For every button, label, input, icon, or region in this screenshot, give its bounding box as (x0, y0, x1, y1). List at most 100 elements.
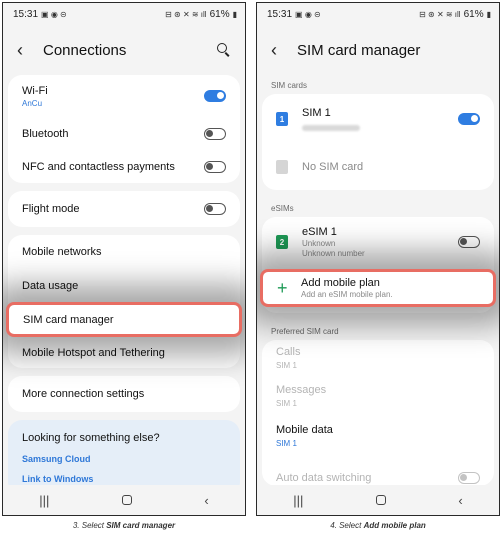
home-icon[interactable] (121, 495, 132, 505)
caption-step-3: 3. Select SIM card manager (2, 521, 246, 530)
notification-icons: ▣ ◉ ⊝ (295, 9, 321, 19)
no-sim-label: No SIM card (302, 161, 364, 173)
mobile-data-value: SIM 1 (276, 439, 297, 448)
caption-step-4-bold: Add mobile plan (363, 521, 426, 530)
sim-card-manager-row[interactable]: SIM card manager (6, 302, 242, 337)
recents-icon[interactable]: ||| (39, 493, 49, 508)
add-mobile-plan-desc: Add an eSIM mobile plan. (301, 290, 393, 299)
network-card: Mobile networks Data usage SIM card mana… (6, 235, 242, 368)
auto-data-switching-label: Auto data switching (276, 472, 372, 484)
add-mobile-plan-label: Add mobile plan (301, 277, 380, 289)
wifi-row[interactable]: Wi-Fi AnCu (8, 75, 240, 117)
mobile-data-label: Mobile data (276, 424, 333, 436)
back-arrow-icon[interactable]: ‹ (17, 41, 37, 59)
back-arrow-icon[interactable]: ‹ (271, 41, 291, 59)
flight-mode-toggle[interactable] (204, 203, 226, 215)
messages-label: Messages (276, 384, 327, 396)
nfc-label: NFC and contactless payments (22, 160, 175, 173)
wifi-toggle[interactable] (204, 90, 226, 102)
sim1-toggle[interactable] (458, 113, 480, 125)
status-bar: 15:31 ▣ ◉ ⊝ ⊟ ⊛ ✕ ≋ ıll 61% ▮ (3, 3, 245, 25)
calls-row[interactable]: Calls SIM 1 (262, 340, 494, 376)
esim1-number: Unknown number (302, 249, 365, 258)
samsung-cloud-link[interactable]: Samsung Cloud (22, 454, 226, 464)
sim1-name: SIM 1 (302, 107, 331, 119)
add-mobile-plan-row[interactable]: + Add mobile plan Add an eSIM mobile pla… (260, 269, 496, 307)
mobile-networks-row[interactable]: Mobile networks (8, 235, 240, 269)
caption-step-3-prefix: 3. Select (72, 521, 107, 530)
sim-slot-empty-icon (276, 160, 288, 174)
wifi-label: Wi-Fi (22, 84, 48, 97)
preferred-sim-card: Calls SIM 1 Messages SIM 1 Mobile data S… (262, 340, 494, 486)
navigation-bar: ||| ‹ (3, 485, 245, 515)
esim1-row[interactable]: 2 eSIM 1 Unknown Unknown number (262, 217, 494, 267)
preferred-sim-section-label: Preferred SIM card (271, 327, 339, 336)
sim-cards-section-label: SIM cards (271, 81, 308, 90)
sim-card-manager-label: SIM card manager (23, 313, 114, 326)
system-icons: ⊟ ⊛ ✕ ≋ ıll (419, 9, 461, 19)
auto-data-switching-row[interactable]: Auto data switching (262, 456, 494, 486)
flight-card: Flight mode (8, 191, 240, 227)
caption-step-3-bold: SIM card manager (106, 521, 176, 530)
bluetooth-label: Bluetooth (22, 127, 69, 140)
suggestion-title: Looking for something else? (22, 432, 160, 444)
back-icon[interactable]: ‹ (204, 493, 208, 508)
plus-icon: + (277, 277, 288, 298)
esims-section-label: eSIMs (271, 204, 294, 213)
sim-cards-card: 1 SIM 1 No SIM card (262, 94, 494, 190)
recents-icon[interactable]: ||| (293, 493, 303, 508)
esim1-toggle[interactable] (458, 236, 480, 248)
data-usage-row[interactable]: Data usage (8, 269, 240, 302)
page-title: SIM card manager (297, 41, 421, 59)
esim-icon: 2 (276, 235, 288, 249)
page-title: Connections (43, 41, 127, 59)
flight-mode-label: Flight mode (22, 203, 80, 215)
battery-icon: ▮ (486, 9, 491, 19)
bluetooth-toggle[interactable] (204, 127, 226, 140)
calls-value: SIM 1 (276, 361, 297, 370)
search-icon[interactable] (215, 41, 233, 59)
calls-label: Calls (276, 346, 301, 358)
status-bar: 15:31 ▣ ◉ ⊝ ⊟ ⊛ ✕ ≋ ıll 61% ▮ (257, 3, 499, 25)
flight-mode-row[interactable]: Flight mode (8, 191, 240, 227)
mobile-networks-label: Mobile networks (22, 246, 102, 258)
navigation-bar: ||| ‹ (257, 485, 499, 515)
esims-card: 2 eSIM 1 Unknown Unknown number + Add mo… (260, 217, 496, 313)
more-connection-settings-row[interactable]: More connection settings (8, 376, 240, 412)
wireless-card: Wi-Fi AnCu Bluetooth NFC and contactless… (8, 75, 240, 183)
caption-step-4: 4. Select Add mobile plan (256, 521, 500, 530)
mobile-data-row[interactable]: Mobile data SIM 1 (262, 416, 494, 456)
sim1-number-redacted (302, 125, 360, 131)
battery-icon: ▮ (232, 9, 237, 19)
sim-icon: 1 (276, 112, 288, 126)
sim1-row[interactable]: 1 SIM 1 (262, 94, 494, 144)
status-time: 15:31 (13, 8, 39, 20)
home-icon[interactable] (375, 495, 386, 505)
back-icon[interactable]: ‹ (458, 493, 462, 508)
bluetooth-row[interactable]: Bluetooth (8, 117, 240, 150)
nfc-row[interactable]: NFC and contactless payments (8, 150, 240, 183)
status-time: 15:31 (267, 8, 293, 20)
caption-step-4-prefix: 4. Select (330, 521, 364, 530)
auto-data-switching-toggle[interactable] (458, 472, 480, 484)
nfc-toggle[interactable] (204, 160, 226, 173)
data-usage-label: Data usage (22, 279, 79, 292)
link-to-windows-link[interactable]: Link to Windows (22, 474, 226, 484)
more-connection-settings-label: More connection settings (22, 388, 145, 400)
battery-level: 61% (463, 8, 484, 20)
esim1-name: eSIM 1 (302, 226, 337, 238)
header: ‹ Connections (3, 25, 245, 75)
hotspot-label: Mobile Hotspot and Tethering (22, 346, 165, 359)
phone-screen-sim-card-manager: 15:31 ▣ ◉ ⊝ ⊟ ⊛ ✕ ≋ ıll 61% ▮ ‹ SIM card… (256, 2, 500, 516)
system-icons: ⊟ ⊛ ✕ ≋ ıll (165, 9, 207, 19)
hotspot-row[interactable]: Mobile Hotspot and Tethering (8, 337, 240, 368)
esim1-status: Unknown (302, 239, 336, 248)
battery-level: 61% (209, 8, 230, 20)
notification-icons: ▣ ◉ ⊝ (41, 9, 67, 19)
messages-value: SIM 1 (276, 399, 297, 408)
phone-screen-connections: 15:31 ▣ ◉ ⊝ ⊟ ⊛ ✕ ≋ ıll 61% ▮ ‹ Connecti… (2, 2, 246, 516)
header: ‹ SIM card manager (257, 25, 499, 75)
more-card: More connection settings (8, 376, 240, 412)
messages-row[interactable]: Messages SIM 1 (262, 376, 494, 416)
wifi-network: AnCu (22, 98, 43, 108)
